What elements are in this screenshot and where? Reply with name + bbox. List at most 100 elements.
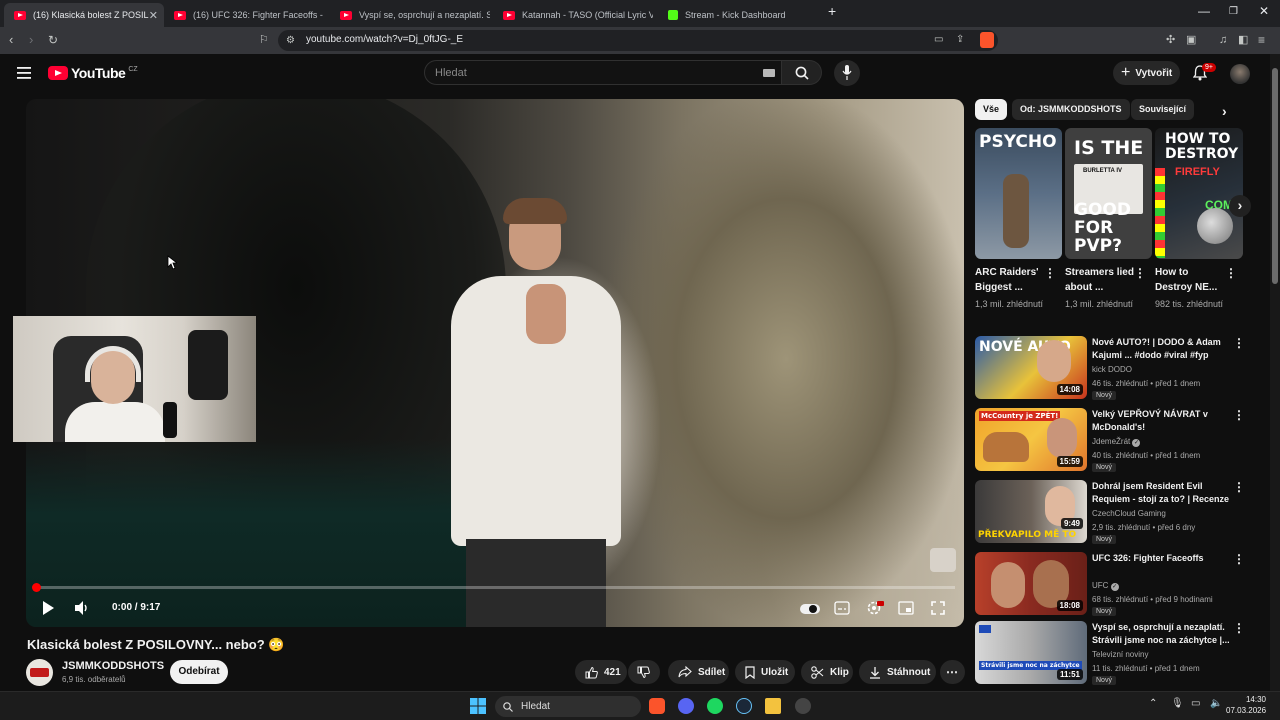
short-item[interactable]: IS THE BURLETTA IV GOOD FOR PVP? Streame…: [1065, 128, 1152, 311]
more-vertical-icon[interactable]: ⋮: [1225, 266, 1237, 280]
channel-name[interactable]: kick DODO: [1092, 365, 1132, 374]
chip-from-channel[interactable]: Od: JSMMKODDSHOTS: [1012, 99, 1130, 120]
taskbar-clock[interactable]: 14:30 07.03.2026: [1226, 694, 1266, 716]
back-icon[interactable]: ‹: [9, 32, 13, 48]
close-tab-icon[interactable]: ✕: [149, 9, 158, 22]
extensions-icon[interactable]: ✣: [1166, 32, 1175, 48]
download-button[interactable]: Stáhnout: [859, 660, 936, 684]
spotify-icon[interactable]: [707, 698, 723, 714]
voice-search-button[interactable]: [834, 60, 860, 86]
recommendation-item[interactable]: PŘEKVAPILO MĚ TO 9:49 Dohrál jsem Reside…: [975, 480, 1255, 544]
search-button[interactable]: [782, 60, 822, 85]
channel-name[interactable]: UFC ✓: [1092, 581, 1119, 591]
music-icon[interactable]: ♫: [1219, 32, 1227, 48]
recommendation-item[interactable]: Strávili jsme noc na záchytce 11:51 Vysp…: [975, 621, 1255, 685]
address-bar[interactable]: ⚙ youtube.com/watch?v=Dj_0ftJG-_E ▭ ⇪: [278, 30, 998, 51]
sidebar-icon[interactable]: ◧: [1238, 32, 1248, 48]
progress-bar[interactable]: [35, 586, 955, 589]
window-close-icon[interactable]: ✕: [1259, 4, 1269, 18]
account-avatar[interactable]: [1230, 64, 1250, 84]
settings-gear-icon[interactable]: [866, 600, 884, 616]
channel-name[interactable]: JSMMKODDSHOTS: [62, 660, 164, 672]
clip-button[interactable]: Klip: [801, 660, 853, 684]
wallet-icon[interactable]: ▣: [1186, 32, 1196, 48]
video-thumbnail[interactable]: PŘEKVAPILO MĚ TO 9:49: [975, 480, 1087, 543]
keyboard-icon[interactable]: [763, 69, 775, 77]
more-actions-button[interactable]: ⋯: [940, 660, 965, 684]
progress-scrubber[interactable]: [32, 583, 41, 592]
site-info-icon[interactable]: ⚙: [286, 33, 295, 49]
bookmark-icon[interactable]: ⚐: [259, 32, 269, 48]
miniplayer-icon[interactable]: [898, 601, 914, 615]
channel-name[interactable]: JdemeŽrát ✓: [1092, 437, 1141, 447]
share-page-icon[interactable]: ⇪: [956, 32, 964, 48]
subtitles-icon[interactable]: [834, 601, 850, 615]
short-thumbnail[interactable]: HOW TO DESTROY FIREFLY COM: [1155, 128, 1243, 259]
hamburger-menu-icon[interactable]: [17, 67, 31, 79]
brave-browser-icon[interactable]: [649, 698, 665, 714]
play-icon[interactable]: [40, 600, 56, 616]
scrollbar-thumb[interactable]: [1272, 68, 1278, 284]
more-vertical-icon[interactable]: ⋮: [1233, 552, 1245, 566]
short-thumbnail[interactable]: PSYCHO: [975, 128, 1062, 259]
tab[interactable]: Vyspí se, osprchují a nezaplatí. Strávil…: [330, 3, 490, 27]
tab[interactable]: Stream - Kick Dashboard: [658, 3, 818, 27]
cast-icon[interactable]: ▭: [934, 32, 943, 48]
microphone-tray-icon[interactable]: 🎙: [1171, 698, 1184, 709]
tab[interactable]: (16) UFC 326: Fighter Faceoffs - YouTube: [164, 3, 324, 27]
short-item[interactable]: HOW TO DESTROY FIREFLY COM How to Destro…: [1155, 128, 1243, 311]
discord-icon[interactable]: [678, 698, 694, 714]
chip-related[interactable]: Související: [1131, 99, 1195, 120]
steam-icon[interactable]: [736, 698, 752, 714]
obs-icon[interactable]: [795, 698, 811, 714]
network-icon[interactable]: ▭: [1191, 698, 1200, 709]
dislike-button[interactable]: [628, 660, 660, 684]
youtube-logo[interactable]: YouTube CZ: [48, 65, 138, 81]
short-thumbnail[interactable]: IS THE BURLETTA IV GOOD FOR PVP?: [1065, 128, 1152, 259]
fullscreen-icon[interactable]: [930, 600, 946, 616]
channel-name[interactable]: CzechCloud Gaming: [1092, 509, 1166, 518]
more-vertical-icon[interactable]: ⋮: [1233, 480, 1245, 494]
file-explorer-icon[interactable]: [765, 698, 781, 714]
video-thumbnail[interactable]: NOVÉ AUTO 14:08: [975, 336, 1087, 399]
volume-icon[interactable]: [74, 600, 90, 616]
tray-chevron-icon[interactable]: ⌃: [1149, 698, 1157, 709]
autoplay-toggle[interactable]: [800, 604, 820, 614]
taskbar-search[interactable]: Hledat: [495, 696, 641, 717]
recommendation-item[interactable]: McCountry je ZPĚT! 15:59 Velký VEPŘOVÝ N…: [975, 408, 1255, 472]
new-tab-button[interactable]: +: [828, 3, 836, 19]
speaker-icon[interactable]: 🔈: [1210, 698, 1222, 709]
shorts-next-button[interactable]: ›: [1229, 195, 1251, 217]
tab-active[interactable]: (16) Klasická bolest Z POSILOVNY ✕: [4, 3, 164, 27]
video-thumbnail[interactable]: 18:08: [975, 552, 1087, 615]
like-button[interactable]: 421: [575, 660, 627, 684]
tab[interactable]: Katannah - TASO (Official Lyric Video): [493, 3, 653, 27]
video-thumbnail[interactable]: Strávili jsme noc na záchytce 11:51: [975, 621, 1087, 684]
subscribe-button[interactable]: Odebírat: [170, 660, 228, 684]
more-vertical-icon[interactable]: ⋮: [1233, 408, 1245, 422]
windows-start-icon[interactable]: [470, 698, 486, 714]
share-button[interactable]: Sdílet: [668, 660, 729, 684]
restore-icon[interactable]: ❐: [1229, 6, 1238, 17]
reload-icon[interactable]: ↻: [48, 32, 58, 48]
forward-icon[interactable]: ›: [29, 32, 33, 48]
more-vertical-icon[interactable]: ⋮: [1233, 621, 1245, 635]
chips-next-icon[interactable]: ›: [1222, 103, 1227, 119]
recommendation-item[interactable]: 18:08 UFC 326: Fighter Faceoffs UFC ✓ 68…: [975, 552, 1255, 616]
menu-icon[interactable]: ≡: [1258, 32, 1265, 48]
save-button[interactable]: Uložit: [735, 660, 795, 684]
channel-name[interactable]: Televizní noviny: [1092, 650, 1148, 659]
brave-shields-icon[interactable]: [980, 32, 994, 48]
video-thumbnail[interactable]: McCountry je ZPĚT! 15:59: [975, 408, 1087, 471]
chip-all[interactable]: Vše: [975, 99, 1008, 120]
create-button[interactable]: + Vytvořit: [1113, 61, 1180, 85]
more-vertical-icon[interactable]: ⋮: [1233, 336, 1245, 350]
short-item[interactable]: PSYCHO ARC Raiders' Biggest ... 1,3 mil.…: [975, 128, 1062, 311]
recommendation-item[interactable]: NOVÉ AUTO 14:08 Nové AUTO?! | DODO & Ada…: [975, 336, 1255, 400]
search-input[interactable]: Hledat: [424, 60, 782, 85]
channel-watermark[interactable]: [930, 548, 956, 572]
more-vertical-icon[interactable]: ⋮: [1044, 266, 1056, 280]
channel-avatar[interactable]: [26, 659, 53, 686]
minimize-icon[interactable]: —: [1198, 4, 1210, 18]
more-vertical-icon[interactable]: ⋮: [1134, 266, 1146, 280]
